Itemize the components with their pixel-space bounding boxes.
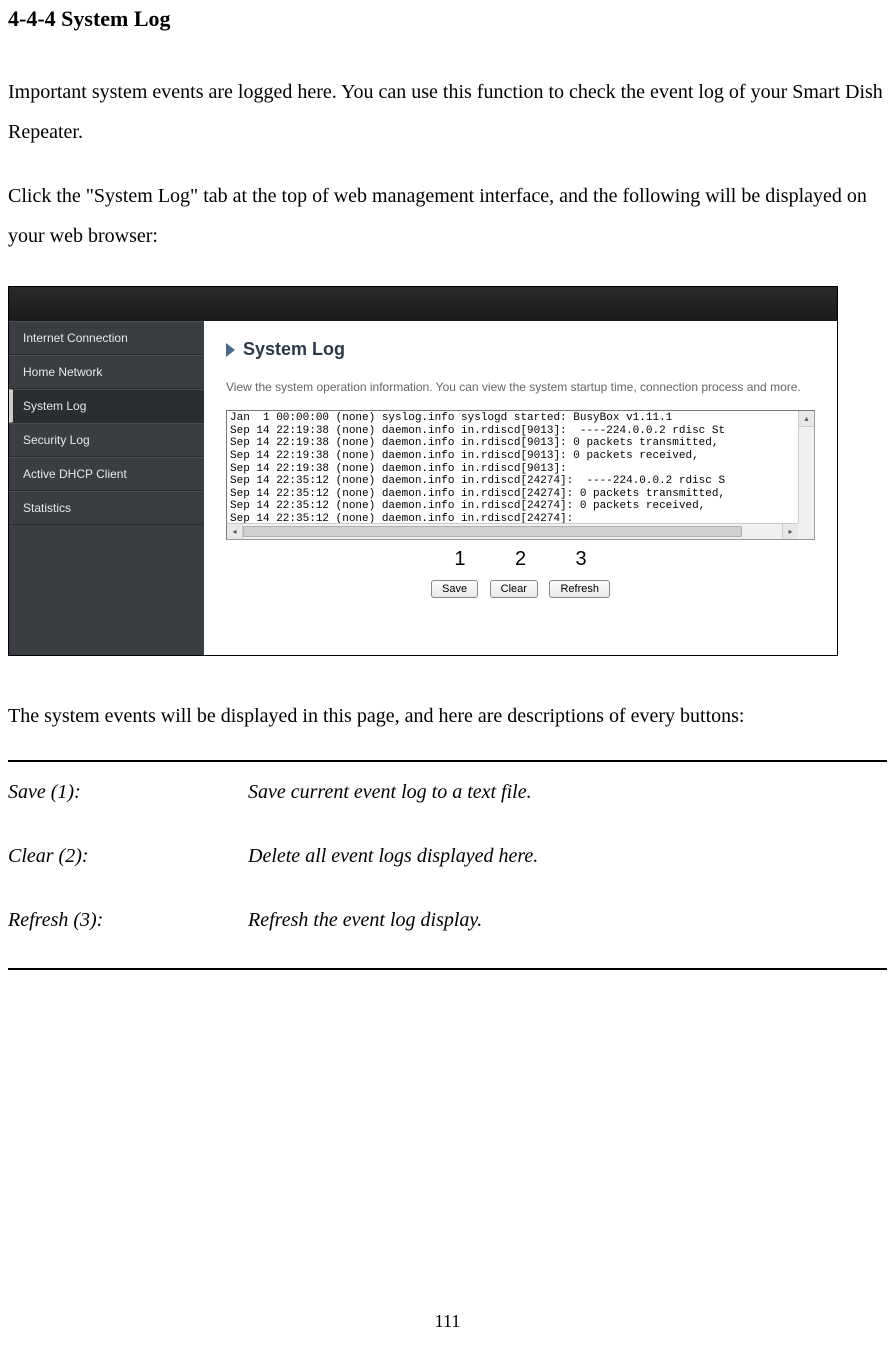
- refresh-button[interactable]: Refresh: [549, 580, 610, 598]
- scroll-up-icon[interactable]: ▴: [799, 411, 814, 427]
- page-number: 111: [0, 1311, 895, 1332]
- log-textarea[interactable]: Jan 1 00:00:00 (none) syslog.info syslog…: [226, 410, 815, 540]
- scroll-right-icon[interactable]: ▸: [782, 524, 798, 539]
- save-button[interactable]: Save: [431, 580, 478, 598]
- sidebar-item-active-dhcp-client[interactable]: Active DHCP Client: [9, 457, 204, 491]
- description-row-clear: Clear (2): Delete all event logs display…: [8, 840, 887, 872]
- description-text: Save current event log to a text file.: [248, 776, 532, 808]
- clear-button[interactable]: Clear: [490, 580, 538, 598]
- sidebar-item-internet-connection[interactable]: Internet Connection: [9, 321, 204, 355]
- chevron-right-icon: [226, 343, 235, 357]
- divider-top: [8, 760, 887, 762]
- sidebar-item-statistics[interactable]: Statistics: [9, 491, 204, 525]
- section-heading: 4-4-4 System Log: [8, 6, 887, 32]
- description-text: Delete all event logs displayed here.: [248, 840, 538, 872]
- description-label: Clear (2):: [8, 840, 248, 872]
- description-row-refresh: Refresh (3): Refresh the event log displ…: [8, 904, 887, 936]
- screenshot-sidebar: Internet Connection Home Network System …: [9, 321, 204, 655]
- callout-2: 2: [493, 548, 548, 571]
- panel-title: System Log: [243, 339, 345, 360]
- scroll-corner: [798, 523, 814, 539]
- button-row: Save Clear Refresh: [226, 575, 815, 598]
- description-label: Save (1):: [8, 776, 248, 808]
- screenshot-main: System Log View the system operation inf…: [204, 321, 837, 655]
- log-content: Jan 1 00:00:00 (none) syslog.info syslog…: [227, 411, 814, 527]
- callout-3: 3: [554, 548, 609, 571]
- divider-bottom: [8, 968, 887, 970]
- description-row-save: Save (1): Save current event log to a te…: [8, 776, 887, 808]
- screenshot-figure: Internet Connection Home Network System …: [8, 286, 838, 656]
- screenshot-body: Internet Connection Home Network System …: [9, 321, 837, 655]
- callout-numbers: 1 2 3: [226, 548, 815, 571]
- intro-paragraph-1: Important system events are logged here.…: [8, 72, 887, 152]
- screenshot-topbar: [9, 287, 837, 321]
- panel-title-row: System Log: [226, 339, 815, 360]
- description-text: Refresh the event log display.: [248, 904, 482, 936]
- buttons-intro-paragraph: The system events will be displayed in t…: [8, 696, 887, 736]
- sidebar-item-home-network[interactable]: Home Network: [9, 355, 204, 389]
- sidebar-item-system-log[interactable]: System Log: [9, 389, 204, 423]
- scrollbar-horizontal[interactable]: ◂ ▸: [227, 523, 798, 539]
- intro-paragraph-2: Click the "System Log" tab at the top of…: [8, 176, 887, 256]
- scroll-left-icon[interactable]: ◂: [227, 524, 243, 539]
- scroll-thumb[interactable]: [243, 526, 742, 537]
- sidebar-item-security-log[interactable]: Security Log: [9, 423, 204, 457]
- panel-description: View the system operation information. Y…: [226, 378, 815, 396]
- callout-1: 1: [432, 548, 487, 571]
- description-label: Refresh (3):: [8, 904, 248, 936]
- scrollbar-vertical[interactable]: ▴: [798, 411, 814, 523]
